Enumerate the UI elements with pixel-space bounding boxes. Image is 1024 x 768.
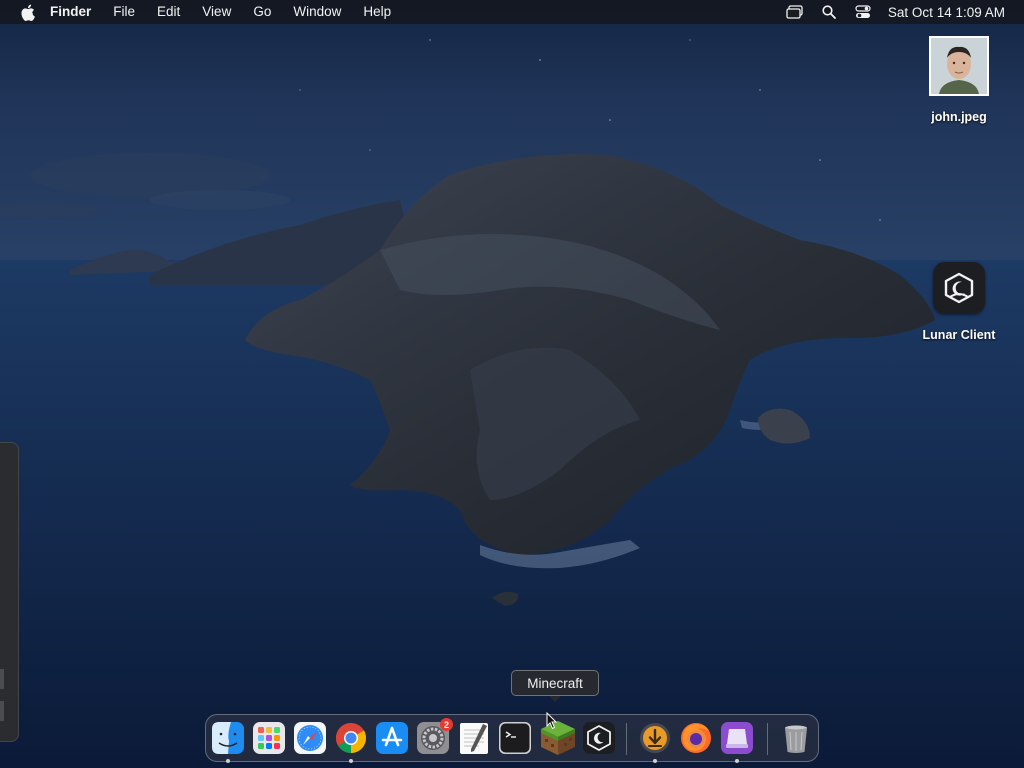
simulator-icon [721,722,753,754]
dock-item-system-preferences[interactable]: 2 [416,718,453,755]
dock-item-app-store[interactable] [375,721,409,755]
notification-badge: 2 [440,718,453,731]
menu-file[interactable]: File [113,0,135,24]
offscreen-window-edge[interactable] [0,442,19,742]
chrome-icon [335,723,367,754]
lunar-client-icon [583,722,615,754]
app-store-icon [376,722,408,754]
launchpad-icon [253,722,285,754]
menu-edit[interactable]: Edit [157,0,180,24]
screen-mirroring-icon[interactable] [786,4,804,20]
dock-item-safari[interactable] [293,721,327,755]
firefox-icon [681,723,711,753]
dock-item-chrome[interactable] [334,721,368,763]
dock-separator [767,723,768,755]
desktop-icon-label: Lunar Client [922,328,996,342]
dock-item-downloads[interactable] [638,721,672,763]
desktop-icon-label: john.jpeg [931,110,987,124]
window-handle [0,701,4,721]
dock-item-minecraft[interactable] [539,719,577,757]
desktop-file-john-jpeg[interactable]: john.jpeg [922,36,996,124]
terminal-icon [499,722,531,754]
desktop-wallpaper [0,0,1024,768]
apple-menu-icon[interactable] [18,3,36,21]
dock-item-textedit[interactable] [457,721,491,755]
menu-go[interactable]: Go [253,0,271,24]
image-thumbnail-icon [929,36,989,96]
dock-item-finder[interactable] [211,721,245,763]
running-indicator [349,759,353,763]
dock-item-terminal[interactable] [498,721,532,755]
dock-item-firefox[interactable] [679,721,713,755]
menu-app-finder[interactable]: Finder [50,0,91,24]
spotlight-search-icon[interactable] [820,4,838,20]
minecraft-icon [541,721,575,755]
dock: 2 [205,714,819,763]
lunar-client-icon [933,262,985,314]
desktop-app-lunar-client[interactable]: Lunar Client [920,262,998,342]
dock-item-lunar-client[interactable] [582,721,616,755]
menu-help[interactable]: Help [363,0,391,24]
dock-item-launchpad[interactable] [252,721,286,755]
menu-window[interactable]: Window [293,0,341,24]
running-indicator [653,759,657,763]
trash-icon [785,725,807,753]
dock-item-trash[interactable] [779,721,813,755]
textedit-icon [460,723,488,754]
finder-icon [212,722,244,754]
menu-bar-clock[interactable]: Sat Oct 14 1:09 AM [888,5,1005,20]
mouse-cursor-icon [546,711,558,730]
dock-item-simulator[interactable] [720,721,754,763]
downloads-icon [640,723,670,753]
running-indicator [226,759,230,763]
menu-view[interactable]: View [202,0,231,24]
menu-bar: Finder File Edit View Go Window Help Sat… [0,0,1024,24]
safari-icon [294,722,326,754]
dock-separator [626,723,627,755]
running-indicator [735,759,739,763]
window-handle [0,669,4,689]
dock-tooltip: Minecraft [511,670,599,702]
control-center-icon[interactable] [854,4,872,20]
